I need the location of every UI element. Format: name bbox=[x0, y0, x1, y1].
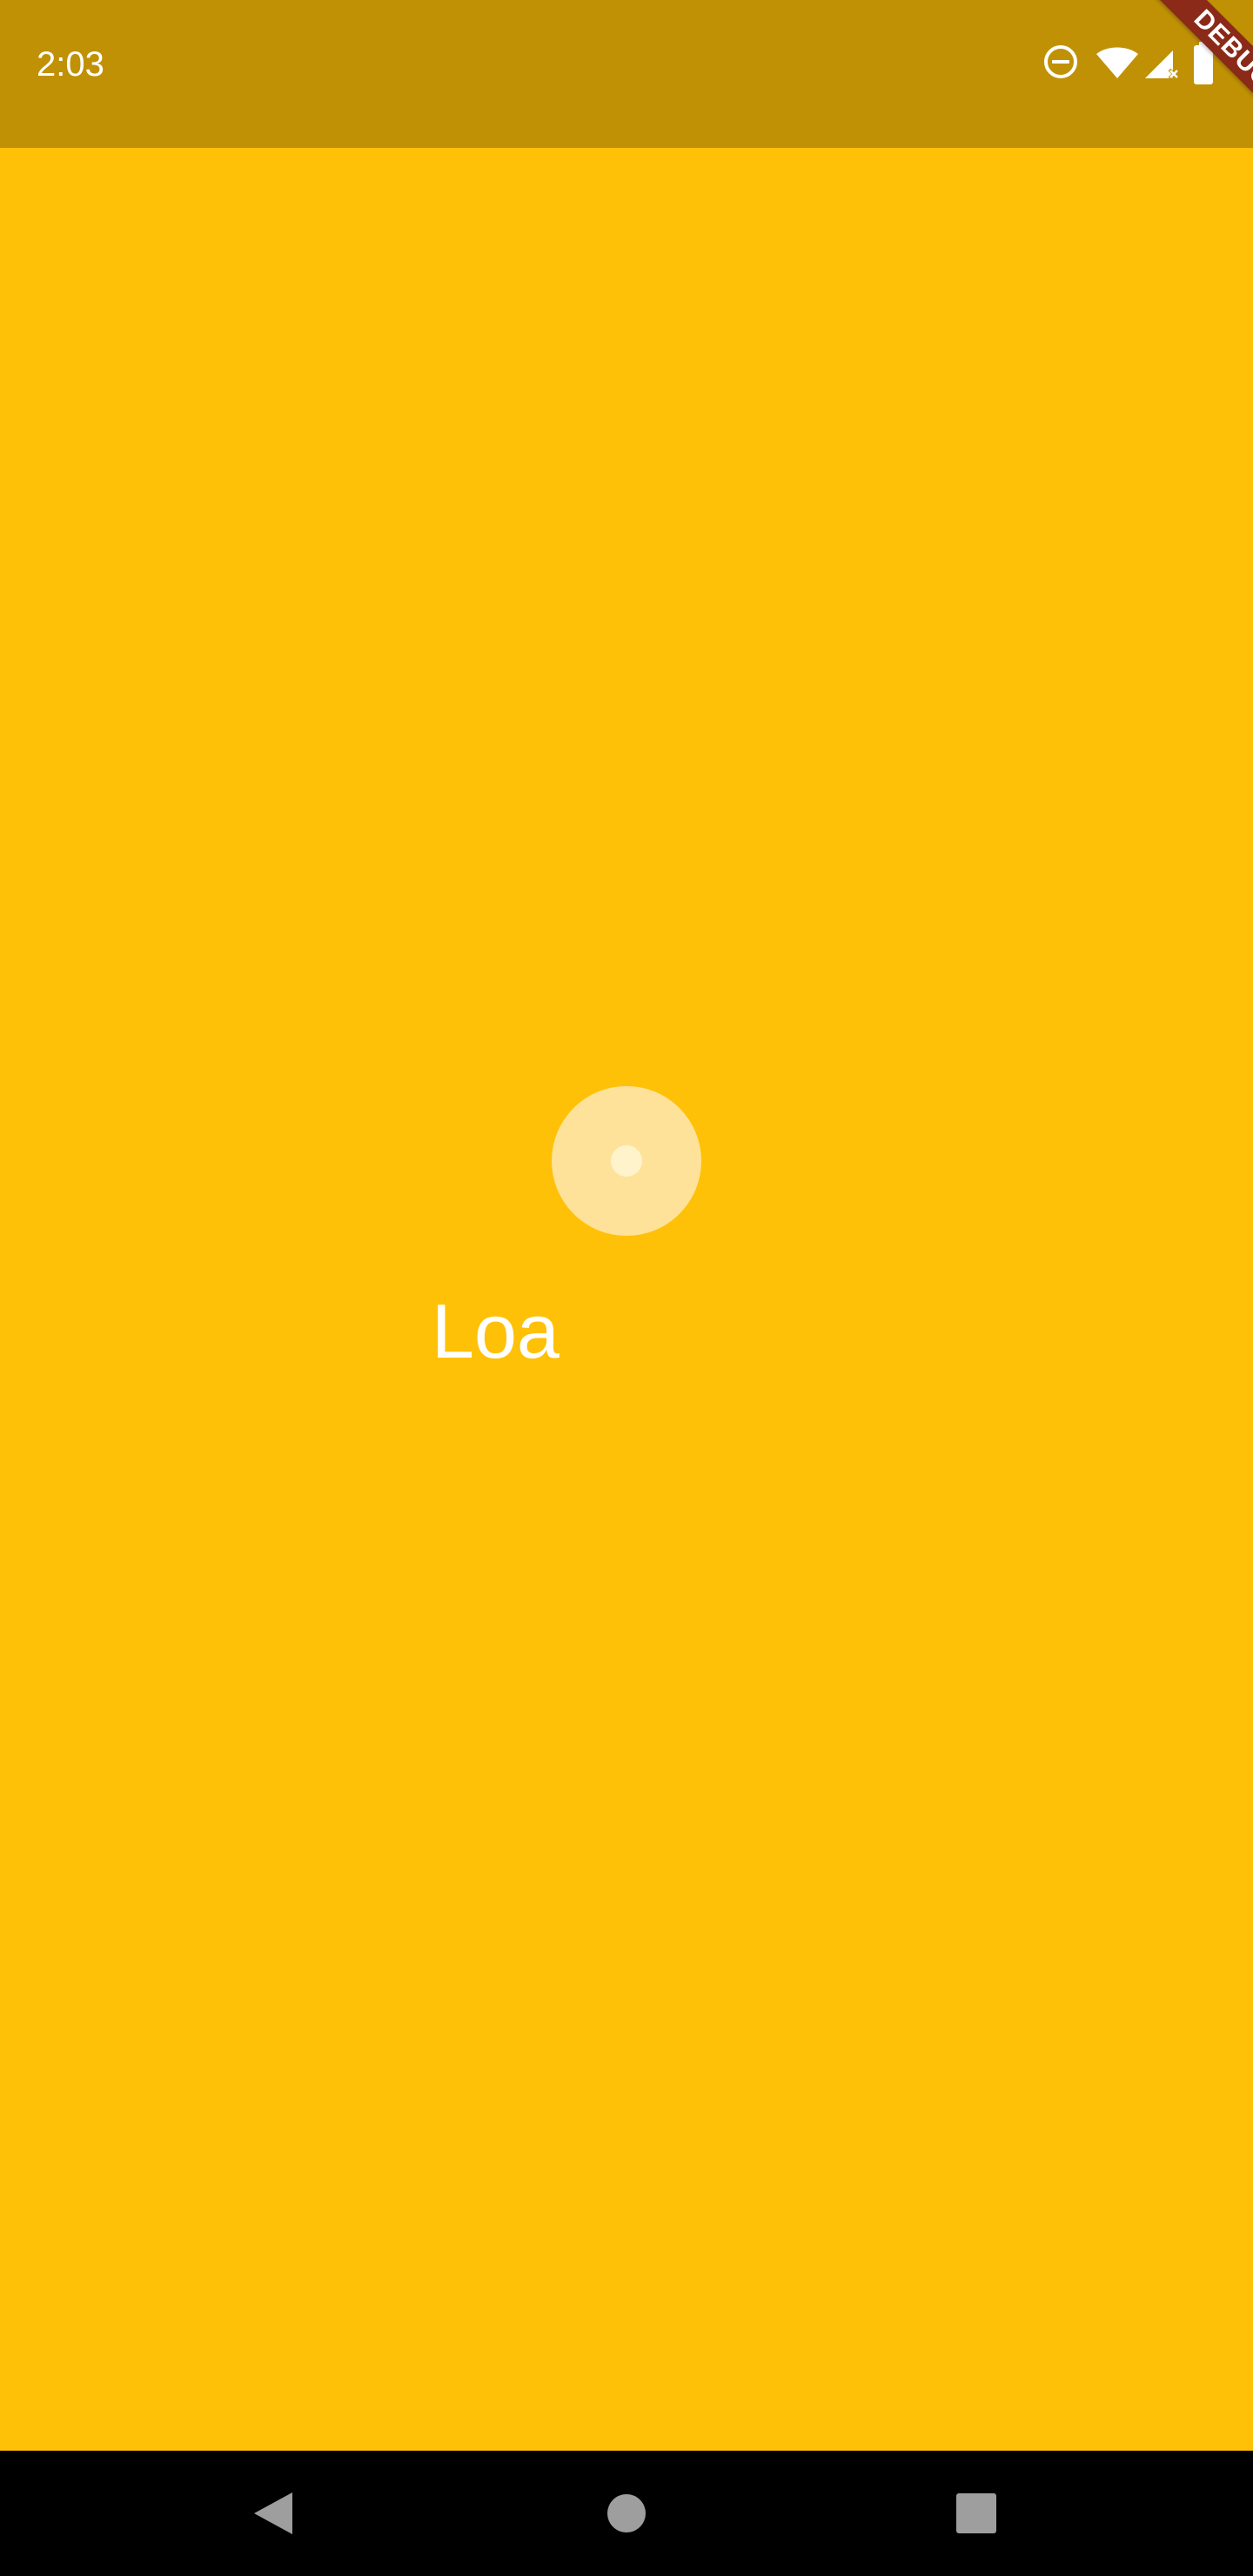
navigation-bar bbox=[0, 2451, 1253, 2576]
battery-icon bbox=[1194, 42, 1213, 84]
status-time: 2:03 bbox=[37, 45, 104, 84]
wifi-icon bbox=[1096, 47, 1138, 78]
loading-spinner bbox=[552, 1086, 701, 1236]
main-area bbox=[0, 148, 1253, 2449]
loading-text: Loa bbox=[432, 1288, 559, 1374]
back-icon[interactable] bbox=[244, 2484, 303, 2543]
spinner-dot bbox=[611, 1145, 642, 1177]
recents-icon[interactable] bbox=[947, 2484, 1006, 2543]
dnd-icon bbox=[1044, 45, 1077, 78]
status-bar: 2:03 bbox=[0, 0, 1253, 148]
signal-icon bbox=[1145, 50, 1180, 80]
home-icon[interactable] bbox=[597, 2484, 656, 2543]
